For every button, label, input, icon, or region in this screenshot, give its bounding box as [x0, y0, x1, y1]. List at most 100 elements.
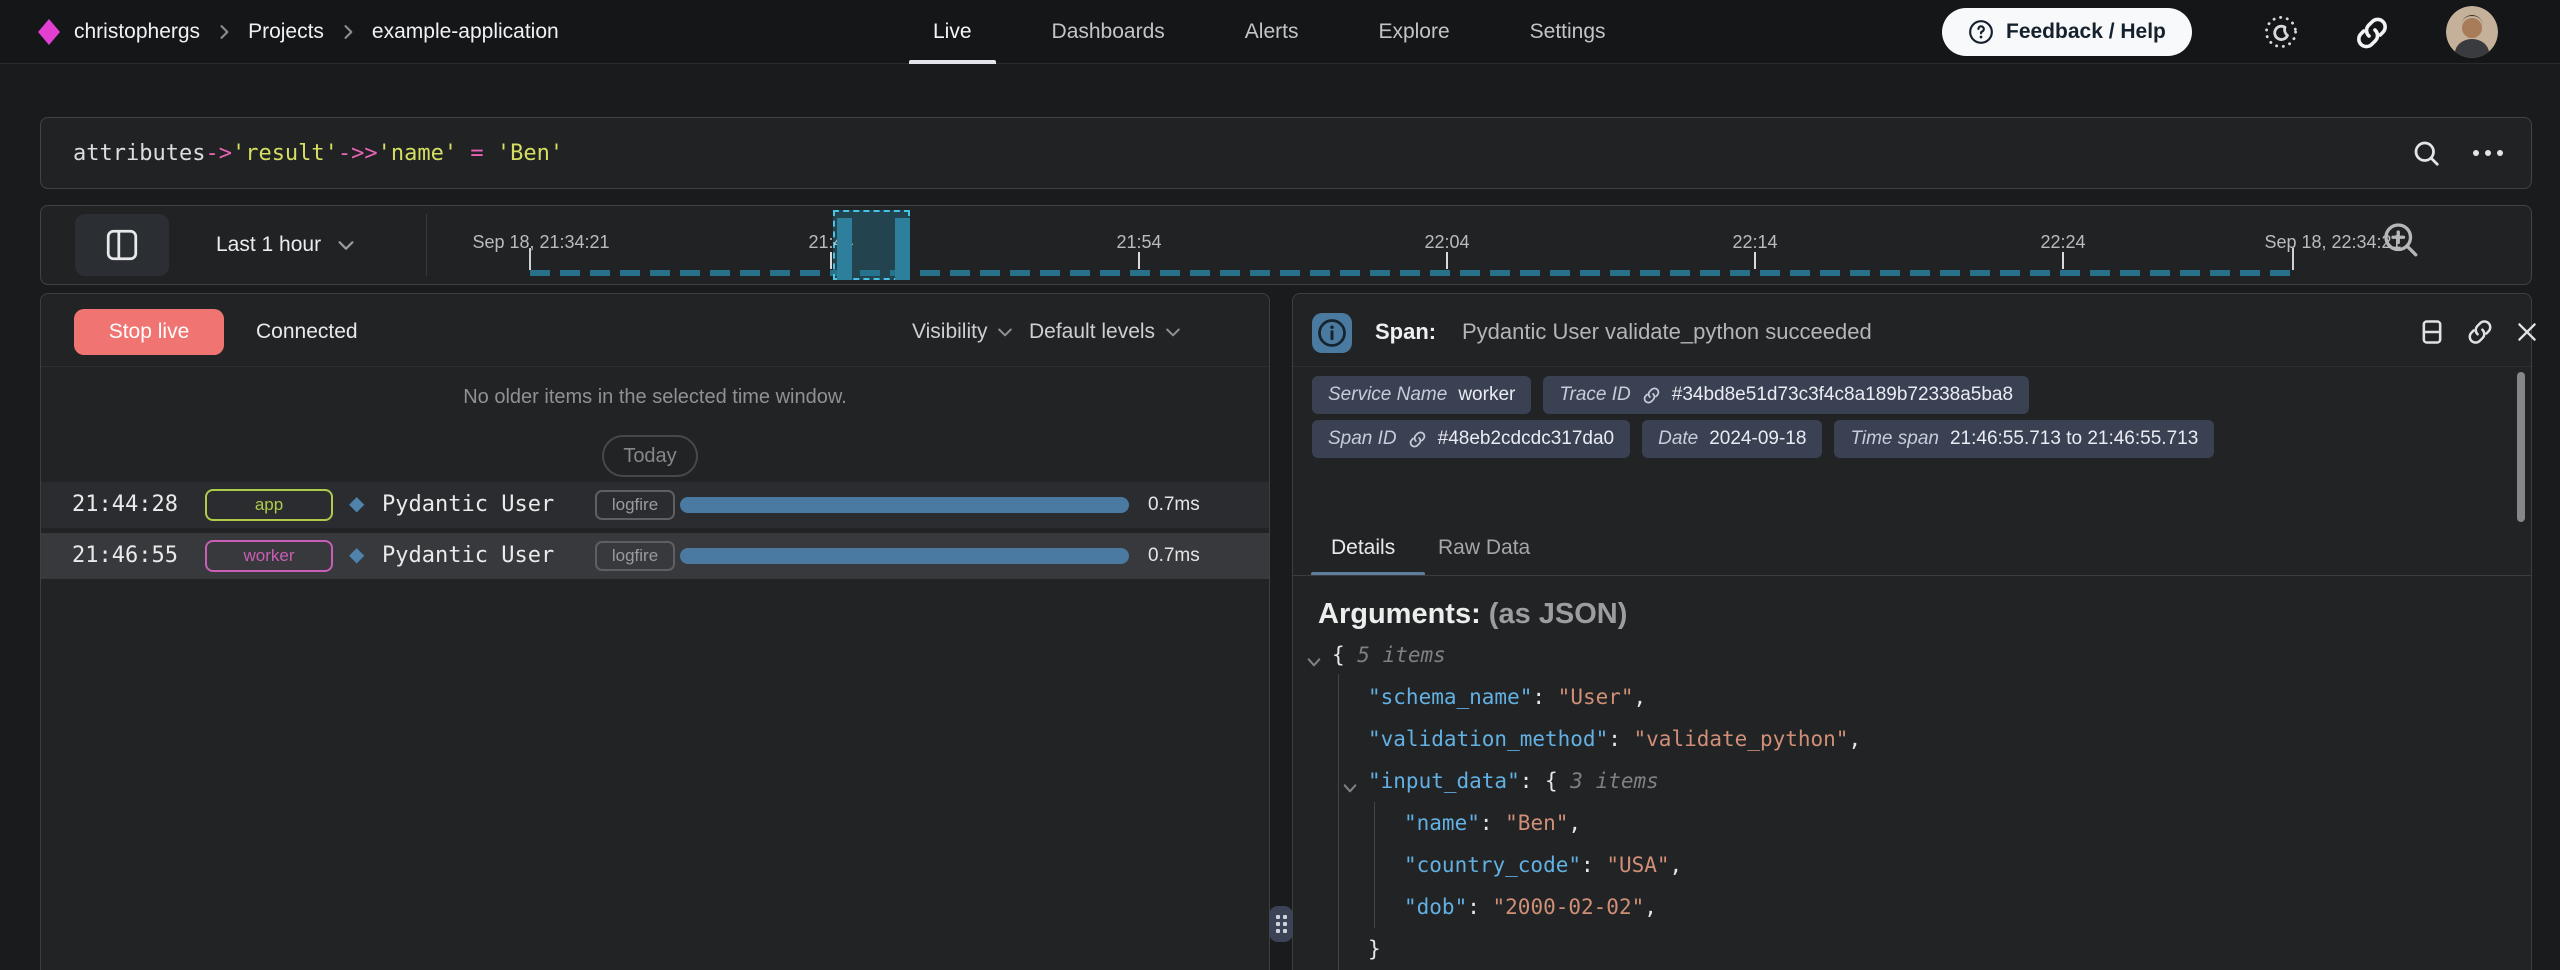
span-diamond-icon: ◆	[349, 533, 364, 579]
collapse-caret-icon[interactable]	[1306, 648, 1322, 664]
duration-bar	[680, 548, 1129, 564]
query-bar[interactable]: attributes->'result'->>'name' = 'Ben'	[40, 117, 2532, 189]
tab-explore[interactable]: Explore	[1378, 0, 1449, 64]
timeline-tick-label: 21:44	[791, 232, 871, 253]
duration-bar	[680, 497, 1129, 513]
logfire-live-view: christophergs Projects example-applicati…	[0, 0, 2560, 970]
tag-value: #34bd8e51d73c3f4c8a189b72338a5ba8	[1672, 384, 2013, 406]
tag-label: Time span	[1850, 428, 1939, 450]
tab-alerts[interactable]: Alerts	[1245, 0, 1299, 64]
close-icon[interactable]	[2514, 319, 2540, 345]
timeline-activity-bar	[837, 218, 852, 280]
visibility-dropdown[interactable]: Visibility	[912, 309, 1015, 355]
json-segment: }	[1368, 937, 1381, 961]
breadcrumb-projects[interactable]: Projects	[248, 20, 324, 44]
collapse-caret-icon[interactable]	[1342, 774, 1358, 790]
stop-live-button[interactable]: Stop live	[74, 309, 224, 355]
timeline-tick-label: 22:04	[1407, 232, 1487, 253]
logfire-logo-icon	[38, 19, 60, 45]
chevron-down-icon	[335, 234, 357, 256]
json-segment: :	[1467, 895, 1492, 919]
panel-resize-handle[interactable]	[1269, 906, 1293, 942]
theme-toggle-icon[interactable]	[2262, 13, 2300, 51]
link-icon	[1642, 386, 1661, 405]
span-tag-trace-id[interactable]: Trace ID#34bd8e51d73c3f4c8a189b72338a5ba…	[1543, 376, 2029, 414]
log-row[interactable]: 21:44:28app◆Pydantic Userlogfire0.7ms	[41, 482, 1269, 528]
info-badge	[1312, 313, 1352, 353]
span-name: Pydantic User	[382, 533, 554, 579]
feedback-help-button[interactable]: Feedback / Help	[1942, 8, 2192, 56]
query-token: 'result'	[232, 141, 338, 166]
json-segment: "input_data"	[1368, 769, 1520, 793]
share-link-icon[interactable]	[2354, 15, 2390, 51]
json-line: }	[1368, 934, 1381, 964]
arguments-heading-text: Arguments:	[1318, 598, 1481, 630]
span-diamond-icon: ◆	[349, 482, 364, 528]
query-bar-actions	[2411, 118, 2503, 188]
log-timestamp: 21:46:55	[72, 533, 178, 579]
tab-dashboards[interactable]: Dashboards	[1052, 0, 1165, 64]
json-indent-guide	[1338, 674, 1339, 970]
span-tag-service-name[interactable]: Service Name worker	[1312, 376, 1531, 414]
service-name-pill: app	[205, 489, 333, 521]
json-segment: 3 items	[1570, 769, 1659, 793]
split-panel-icon[interactable]	[2418, 318, 2446, 346]
tab-settings[interactable]: Settings	[1530, 0, 1606, 64]
json-segment: "validate_python"	[1634, 727, 1849, 751]
query-token: 'name'	[378, 141, 457, 166]
span-tag-row-2: Span ID#48eb2cdcdc317da0 Date2024-09-18 Ti…	[1312, 420, 2214, 458]
feedback-help-label: Feedback / Help	[2006, 20, 2166, 44]
duration-label: 0.7ms	[1148, 533, 1200, 579]
json-segment: ,	[1670, 853, 1683, 877]
sidebar-panel-icon	[104, 227, 140, 263]
tag-label: Date	[1658, 428, 1698, 450]
today-pill[interactable]: Today	[602, 435, 698, 477]
more-options-icon[interactable]	[2473, 150, 2503, 156]
span-tag-span-id[interactable]: Span ID#48eb2cdcdc317da0	[1312, 420, 1630, 458]
chevron-down-icon	[1163, 322, 1183, 342]
breadcrumb-project-name[interactable]: example-application	[372, 20, 559, 44]
tab-raw-data[interactable]: Raw Data	[1438, 531, 1530, 565]
search-icon[interactable]	[2411, 138, 2441, 168]
log-timestamp: 21:44:28	[72, 482, 178, 528]
json-line: "dob": "2000-02-02",	[1404, 892, 1657, 922]
zoom-in-icon[interactable]	[2379, 218, 2421, 260]
visibility-label: Visibility	[912, 320, 987, 344]
divider	[426, 214, 427, 276]
user-avatar[interactable]	[2446, 6, 2498, 58]
tag-label: Service Name	[1328, 384, 1447, 406]
json-segment: :	[1532, 685, 1557, 709]
tab-live[interactable]: Live	[933, 0, 972, 64]
span-tag-time-span[interactable]: Time span21:46:55.713 to 21:46:55.713	[1834, 420, 2214, 458]
timeline-activity-strip	[530, 270, 2293, 276]
tag-value: #48eb2cdcdc317da0	[1438, 428, 1614, 450]
scrollbar-thumb[interactable]	[2517, 372, 2525, 522]
sidebar-toggle-button[interactable]	[75, 214, 169, 276]
log-row[interactable]: 21:46:55worker◆Pydantic Userlogfire0.7ms	[41, 533, 1269, 579]
tab-details[interactable]: Details	[1331, 531, 1395, 565]
json-segment: 5 items	[1357, 643, 1446, 667]
json-segment: "validation_method"	[1368, 727, 1608, 751]
query-input[interactable]: attributes->'result'->>'name' = 'Ben'	[73, 118, 563, 188]
query-token: attributes	[73, 141, 205, 166]
breadcrumb-org[interactable]: christophergs	[74, 20, 200, 44]
time-range-dropdown[interactable]: Last 1 hour	[216, 206, 357, 284]
json-segment: : {	[1520, 769, 1571, 793]
span-name: Pydantic User	[382, 482, 554, 528]
span-tag-date[interactable]: Date2024-09-18	[1642, 420, 1822, 458]
arguments-heading: Arguments: (as JSON)	[1318, 598, 1627, 631]
copy-link-icon[interactable]	[2466, 318, 2494, 346]
link-icon	[1408, 430, 1427, 449]
json-segment: ,	[1634, 685, 1647, 709]
default-levels-dropdown[interactable]: Default levels	[1029, 309, 1183, 355]
json-segment: "schema_name"	[1368, 685, 1532, 709]
tag-value: worker	[1458, 384, 1515, 406]
json-segment: :	[1581, 853, 1606, 877]
timeline-tick-mark	[2062, 252, 2064, 269]
json-segment: ,	[1568, 811, 1581, 835]
nav-tabs: Live Dashboards Alerts Explore Settings	[933, 0, 1606, 64]
json-segment: ,	[1848, 727, 1861, 751]
json-segment: "dob"	[1404, 895, 1467, 919]
chevron-right-icon	[214, 22, 234, 42]
scope-pill: logfire	[595, 490, 675, 520]
